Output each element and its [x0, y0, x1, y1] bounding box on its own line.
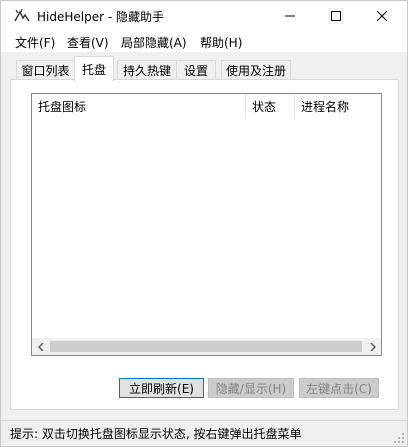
menu-bar: 文件(F) 查看(V) 局部隐藏(A) 帮助(H)	[1, 31, 407, 53]
scrollbar-thumb[interactable]	[50, 341, 362, 352]
tab-label: 使用及注册	[225, 64, 286, 78]
button-label: 隐藏/显示(H)	[215, 381, 287, 396]
column-status[interactable]: 状态	[246, 94, 294, 118]
tab-label: 设置	[183, 64, 208, 78]
tab-label: 持久热键	[122, 64, 171, 78]
tab-label: 托盘	[81, 62, 106, 77]
scroll-left-button[interactable]	[32, 338, 49, 355]
minimize-button[interactable]	[267, 1, 313, 31]
left-click-button[interactable]: 左键点击(C)	[299, 378, 379, 398]
column-label: 状态	[252, 99, 277, 114]
menu-file[interactable]: 文件(F)	[15, 34, 55, 51]
main-window: HideHelper - 隐藏助手 文件(F) 查看(V) 局部隐藏(A) 帮助…	[0, 0, 408, 447]
minimize-icon	[285, 15, 295, 17]
tab-hotkeys[interactable]: 持久热键	[117, 60, 177, 80]
tray-icon-list[interactable]: 托盘图标 状态 进程名称	[31, 93, 382, 356]
status-hint: 提示: 双击切换托盘图标显示状态, 按右键弹出托盘菜单	[10, 427, 302, 441]
status-bar: 提示: 双击切换托盘图标显示状态, 按右键弹出托盘菜单	[1, 420, 407, 446]
resize-grip-icon[interactable]	[393, 432, 405, 444]
tray-tab-page: 托盘图标 状态 进程名称 立即刷新(E) 隐藏/显示(H) 左键点击(C)	[10, 79, 399, 410]
menu-partial-hide[interactable]: 局部隐藏(A)	[121, 34, 187, 51]
tab-settings[interactable]: 设置	[176, 60, 216, 80]
window-title: HideHelper - 隐藏助手	[37, 10, 164, 24]
menu-help[interactable]: 帮助(H)	[200, 34, 242, 51]
column-label: 托盘图标	[38, 99, 87, 114]
tab-tray[interactable]: 托盘	[74, 56, 114, 81]
button-label: 左键点击(C)	[306, 381, 372, 396]
horizontal-scrollbar[interactable]	[32, 338, 381, 355]
column-tray-icon[interactable]: 托盘图标	[32, 94, 245, 118]
title-bar[interactable]: HideHelper - 隐藏助手	[1, 1, 407, 31]
scroll-right-button[interactable]	[364, 338, 381, 355]
tab-window-list[interactable]: 窗口列表	[16, 60, 75, 80]
tab-strip: 窗口列表 托盘 持久热键 设置 使用及注册	[1, 53, 407, 81]
chevron-left-icon	[37, 342, 44, 351]
toggle-visibility-button[interactable]: 隐藏/显示(H)	[208, 378, 294, 398]
app-logo-icon	[14, 9, 30, 22]
tab-label: 窗口列表	[21, 64, 70, 78]
button-label: 立即刷新(E)	[129, 381, 194, 396]
column-process-name[interactable]: 进程名称	[295, 94, 381, 118]
maximize-icon	[331, 11, 341, 21]
column-label: 进程名称	[301, 99, 350, 114]
tab-usage-register[interactable]: 使用及注册	[221, 60, 291, 80]
maximize-button[interactable]	[313, 1, 359, 31]
menu-view[interactable]: 查看(V)	[67, 34, 109, 51]
refresh-button[interactable]: 立即刷新(E)	[119, 378, 204, 398]
chevron-right-icon	[369, 342, 376, 351]
close-icon	[377, 11, 387, 21]
close-button[interactable]	[359, 1, 405, 31]
